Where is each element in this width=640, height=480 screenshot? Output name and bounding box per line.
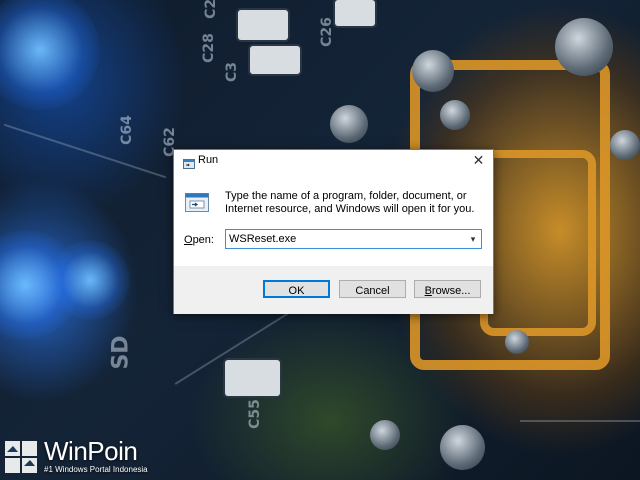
watermark-brand: WinPoin <box>44 436 138 466</box>
run-title-icon <box>183 156 195 169</box>
screw <box>555 18 613 76</box>
open-input[interactable] <box>226 230 461 248</box>
screw <box>440 425 485 470</box>
open-label: Open: <box>184 234 214 246</box>
pcb-trace <box>3 123 167 179</box>
windows-logo-icon <box>4 440 38 474</box>
blue-light <box>0 0 100 110</box>
chevron-down-icon[interactable]: ▾ <box>465 230 481 248</box>
pcb-label: C28 <box>200 33 217 63</box>
pcb-label: SD <box>108 335 134 370</box>
browse-button[interactable]: Browse... <box>414 280 481 298</box>
pcb-label: C21 <box>202 0 219 19</box>
pcb-label: C3 <box>224 61 241 83</box>
screw <box>330 105 368 143</box>
watermark-tagline: #1 Windows Portal Indonesia <box>44 465 148 474</box>
pcb-label: C26 <box>318 17 335 47</box>
blue-light <box>50 240 130 320</box>
screw <box>370 420 400 450</box>
screw <box>412 50 454 92</box>
screw <box>505 330 529 354</box>
capacitor <box>225 360 280 396</box>
browse-accel: B <box>424 285 432 297</box>
open-label-accel: O <box>184 234 193 246</box>
program-icon <box>185 193 209 212</box>
instruction-text: Type the name of a program, folder, docu… <box>225 190 475 215</box>
screw <box>610 130 640 160</box>
screw <box>440 100 470 130</box>
ok-button[interactable]: OK <box>263 280 330 298</box>
button-bar: OK Cancel Browse... <box>174 266 493 314</box>
dialog-title: Run <box>198 154 219 166</box>
run-dialog: Run ✕ Type the name of a program, folder… <box>173 149 494 314</box>
capacitor <box>335 0 375 26</box>
title-bar[interactable]: Run ✕ <box>174 150 493 173</box>
capacitor <box>250 46 300 74</box>
pcb-label: C55 <box>246 399 263 429</box>
open-combobox[interactable]: ▾ <box>225 229 482 249</box>
pcb-label: C64 <box>118 115 135 145</box>
close-icon[interactable]: ✕ <box>464 150 493 172</box>
open-label-text: pen: <box>192 234 214 246</box>
browse-label: rowse... <box>431 285 471 297</box>
winpoin-watermark: WinPoin #1 Windows Portal Indonesia <box>4 436 154 478</box>
gold-bracket <box>480 150 596 336</box>
capacitor <box>238 10 288 40</box>
pcb-trace <box>520 420 640 422</box>
cancel-button[interactable]: Cancel <box>339 280 406 298</box>
